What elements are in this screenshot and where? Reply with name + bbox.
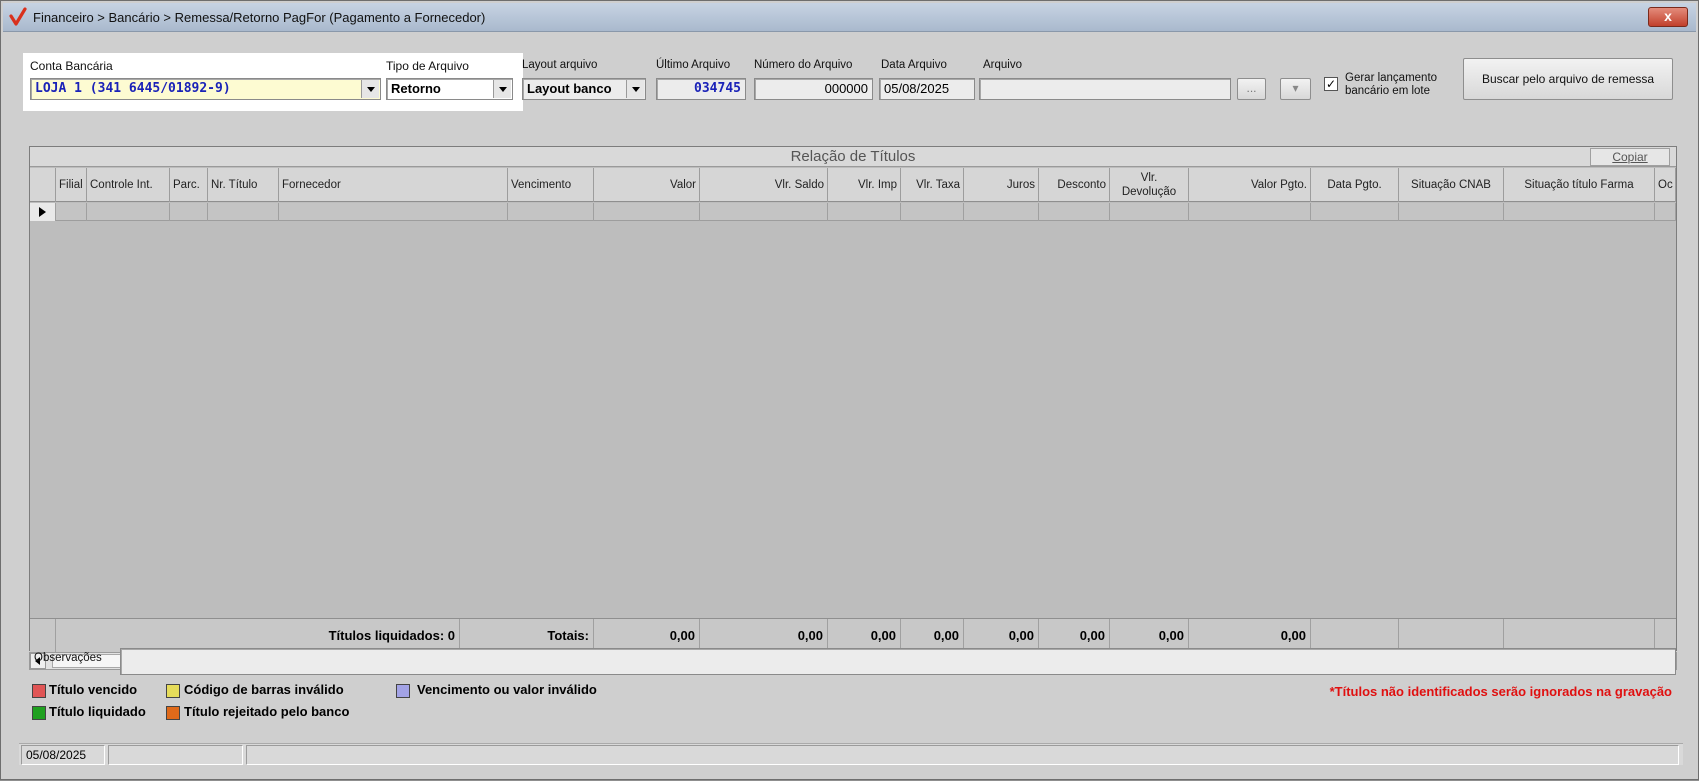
data-arquivo-label: Data Arquivo xyxy=(881,59,947,71)
legend-rejeitado: Título rejeitado pelo banco xyxy=(184,704,350,719)
legend-liquidado-swatch xyxy=(32,706,46,720)
cell-controle-int[interactable] xyxy=(87,203,170,221)
col-vlr-imp[interactable]: Vlr. Imp xyxy=(828,168,901,202)
legend-vencimento-valor-swatch xyxy=(396,684,410,698)
cell-vlr-imp[interactable] xyxy=(828,203,901,221)
cell-valor-pgto[interactable] xyxy=(1189,203,1311,221)
cell-parc[interactable] xyxy=(170,203,208,221)
cell-oc[interactable] xyxy=(1655,203,1676,221)
cell-vlr-devolucao[interactable] xyxy=(1110,203,1189,221)
grid-header-row: Filial Controle Int. Parc. Nr. Título Fo… xyxy=(30,168,1676,202)
conta-bancaria-label: Conta Bancária xyxy=(30,59,113,73)
arquivo-dropdown-button[interactable]: ▾ xyxy=(1280,78,1311,100)
totals-row-selector xyxy=(30,619,56,652)
legend-vencimento-valor: Vencimento ou valor inválido xyxy=(417,682,597,697)
status-bar: 05/08/2025 xyxy=(19,743,1683,765)
row-selector-header xyxy=(30,168,56,202)
col-situacao-titulo-farma[interactable]: Situação título Farma xyxy=(1504,168,1655,202)
cell-data-pgto[interactable] xyxy=(1311,203,1399,221)
cell-filial[interactable] xyxy=(56,203,87,221)
gerar-lancamento-line2: bancário em lote xyxy=(1345,85,1431,97)
cell-vencimento[interactable] xyxy=(508,203,594,221)
col-situacao-cnab[interactable]: Situação CNAB xyxy=(1399,168,1504,202)
cell-vlr-taxa[interactable] xyxy=(901,203,964,221)
col-vencimento[interactable]: Vencimento xyxy=(508,168,594,202)
tipo-arquivo-value: Retorno xyxy=(391,81,441,96)
col-juros[interactable]: Juros xyxy=(964,168,1039,202)
legend-rejeitado-swatch xyxy=(166,706,180,720)
chevron-down-icon[interactable] xyxy=(361,80,379,98)
col-filial[interactable]: Filial xyxy=(56,168,87,202)
col-vlr-devolucao[interactable]: Vlr. Devolução xyxy=(1110,168,1189,202)
status-cell-3 xyxy=(246,745,1679,765)
col-vlr-saldo[interactable]: Vlr. Saldo xyxy=(700,168,828,202)
conta-bancaria-value: LOJA 1 (341 6445/01892-9) xyxy=(35,81,231,96)
legend-barras: Código de barras inválido xyxy=(184,682,344,697)
gerar-lancamento-label: Gerar lançamento bancário em lote xyxy=(1345,72,1437,98)
col-parc[interactable]: Parc. xyxy=(170,168,208,202)
legend-liquidado: Título liquidado xyxy=(49,704,146,719)
table-row[interactable] xyxy=(30,203,1676,221)
current-row-indicator-icon xyxy=(30,203,56,221)
layout-arquivo-select[interactable]: Layout banco xyxy=(522,78,646,100)
main-window: Financeiro > Bancário > Remessa/Retorno … xyxy=(0,0,1699,780)
title-bar: Financeiro > Bancário > Remessa/Retorno … xyxy=(3,3,1696,32)
col-valor-pgto[interactable]: Valor Pgto. xyxy=(1189,168,1311,202)
cell-situacao-cnab[interactable] xyxy=(1399,203,1504,221)
ultimo-arquivo-label: Último Arquivo xyxy=(656,59,731,71)
cell-fornecedor[interactable] xyxy=(279,203,508,221)
ignored-titles-warning: *Títulos não identificados serão ignorad… xyxy=(1329,684,1672,699)
chevron-down-icon[interactable] xyxy=(626,80,644,98)
tipo-arquivo-select[interactable]: Retorno xyxy=(386,78,513,100)
col-nr-titulo[interactable]: Nr. Título xyxy=(208,168,279,202)
close-button[interactable]: x xyxy=(1648,7,1688,27)
col-oc[interactable]: Oc xyxy=(1655,168,1676,202)
conta-bancaria-select[interactable]: LOJA 1 (341 6445/01892-9) xyxy=(30,78,381,100)
browse-button[interactable]: ... xyxy=(1237,78,1266,100)
grid-caption-text: Relação de Títulos xyxy=(790,148,916,165)
numero-arquivo-label: Número do Arquivo xyxy=(754,59,853,71)
cell-juros[interactable] xyxy=(964,203,1039,221)
arquivo-label: Arquivo xyxy=(983,59,1022,71)
status-cell-2 xyxy=(108,745,243,765)
col-vlr-taxa[interactable]: Vlr. Taxa xyxy=(901,168,964,202)
app-logo-icon xyxy=(9,7,27,26)
cell-desconto[interactable] xyxy=(1039,203,1110,221)
arquivo-field[interactable] xyxy=(979,78,1231,100)
layout-arquivo-value: Layout banco xyxy=(527,81,612,96)
col-fornecedor[interactable]: Fornecedor xyxy=(279,168,508,202)
cell-situacao-titulo-farma[interactable] xyxy=(1504,203,1655,221)
legend-vencido-swatch xyxy=(32,684,46,698)
titulos-grid: Relação de Títulos Copiar Filial Control… xyxy=(29,146,1677,652)
tipo-arquivo-label: Tipo de Arquivo xyxy=(386,59,469,73)
totals-row: Títulos liquidados: 0 Totais: 0,00 0,00 … xyxy=(30,618,1676,652)
data-arquivo-field[interactable]: 05/08/2025 xyxy=(879,78,975,100)
legend-vencido: Título vencido xyxy=(49,682,138,697)
col-desconto[interactable]: Desconto xyxy=(1039,168,1110,202)
content-area: Conta Bancária LOJA 1 (341 6445/01892-9)… xyxy=(1,34,1699,781)
window-title: Financeiro > Bancário > Remessa/Retorno … xyxy=(33,10,486,25)
gerar-lancamento-checkbox[interactable]: ✓ xyxy=(1324,77,1338,91)
buscar-remessa-button[interactable]: Buscar pelo arquivo de remessa xyxy=(1463,58,1673,100)
legend-barras-swatch xyxy=(166,684,180,698)
cell-vlr-saldo[interactable] xyxy=(700,203,828,221)
copy-button[interactable]: Copiar xyxy=(1590,148,1670,166)
grid-caption: Relação de Títulos Copiar xyxy=(30,147,1676,167)
gerar-lancamento-line1: Gerar lançamento xyxy=(1345,72,1438,84)
observacoes-field[interactable] xyxy=(120,648,1676,675)
status-date: 05/08/2025 xyxy=(21,745,105,765)
col-data-pgto[interactable]: Data Pgto. xyxy=(1311,168,1399,202)
layout-arquivo-label: Layout arquivo xyxy=(522,59,598,71)
cell-nr-titulo[interactable] xyxy=(208,203,279,221)
col-valor[interactable]: Valor xyxy=(594,168,700,202)
cell-valor[interactable] xyxy=(594,203,700,221)
col-controle-int[interactable]: Controle Int. xyxy=(87,168,170,202)
observacoes-label: Observações xyxy=(34,652,102,664)
ultimo-arquivo-field: 034745 xyxy=(656,78,746,100)
numero-arquivo-field[interactable]: 000000 xyxy=(754,78,873,100)
chevron-down-icon[interactable] xyxy=(493,80,511,98)
